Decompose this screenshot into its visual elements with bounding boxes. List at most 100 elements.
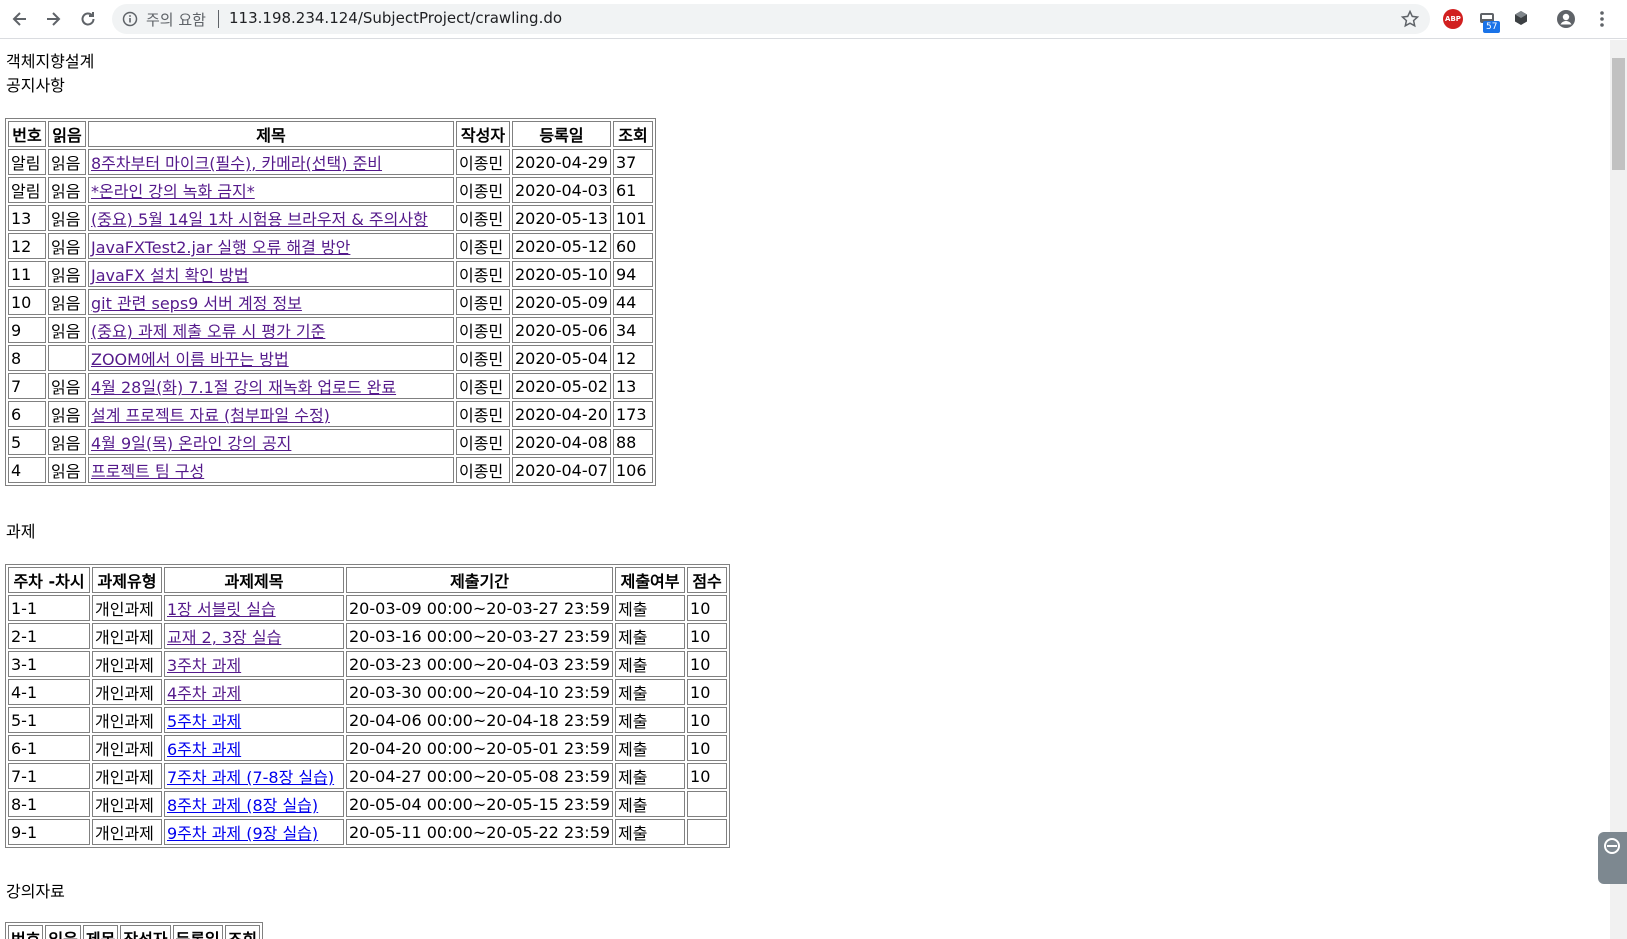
submission-period: 20-05-04 00:00~20-05-15 23:59 [346,791,614,817]
column-header: 번호 [8,121,46,147]
view-count: 12 [612,345,653,371]
notice-title-link[interactable]: JavaFXTest2.jar 실행 오류 해결 방안 [91,238,350,257]
column-header: 점수 [687,567,728,593]
view-count: 34 [612,317,653,343]
notice-title-cell: *온라인 강의 녹화 금지* [88,177,454,203]
notice-title-link[interactable]: ZOOM에서 이름 바꾸는 방법 [91,350,289,369]
assignment-type: 개인과제 [92,679,162,705]
column-header: 작성자 [456,121,510,147]
forward-icon[interactable] [41,7,65,31]
divider [218,10,219,28]
author: 이종민 [456,345,510,371]
assignment-title-link[interactable]: 6주차 과제 [167,740,241,759]
table-row: 알림 읽음 *온라인 강의 녹화 금지* 이종민 2020-04-03 61 [8,177,653,203]
scrollbar-thumb[interactable] [1612,58,1625,170]
assignment-title-link[interactable]: 9주차 과제 (9장 실습) [167,824,318,843]
date: 2020-04-03 [512,177,611,203]
bookmark-star-icon[interactable] [1400,9,1420,33]
notice-title-link[interactable]: 설계 프로젝트 자료 (첨부파일 수정) [91,406,330,425]
assignment-title-link[interactable]: 7주차 과제 (7-8장 실습) [167,768,334,787]
notice-title-link[interactable]: git 관련 seps9 서버 계정 정보 [91,294,302,313]
assignment-title-link[interactable]: 1장 서블릿 실습 [167,600,276,619]
notice-title-link[interactable]: JavaFX 설치 확인 방법 [91,266,249,285]
table-row: 5 읽음 4월 9일(목) 온라인 강의 공지 이종민 2020-04-08 88 [8,429,653,455]
assignment-type: 개인과제 [92,791,162,817]
assignment-type: 개인과제 [92,763,162,789]
table-row: 7-1 개인과제 7주차 과제 (7-8장 실습) 20-04-27 00:00~20… [8,763,728,789]
date: 2020-04-20 [512,401,611,427]
score: 10 [687,763,728,789]
score: 10 [687,735,728,761]
read-status [48,345,86,371]
submission-period: 20-04-27 00:00~20-05-08 23:59 [346,763,614,789]
notice-title-link[interactable]: 프로젝트 팀 구성 [91,462,204,481]
date: 2020-05-13 [512,205,611,231]
assignment-title-link[interactable]: 4주차 과제 [167,684,241,703]
submission-status: 제출 [615,791,686,817]
table-header-row: 주차 -차시 과제유형 과제제목 제출기간 제출여부 점수 [8,567,728,593]
notice-title-cell: 8주차부터 마이크(필수), 카메라(선택) 준비 [88,149,454,175]
address-bar[interactable]: 주의 요함 113.198.234.124/SubjectProject/cra… [112,4,1430,34]
week-session: 6-1 [8,735,90,761]
notice-title-link[interactable]: 4월 28일(화) 7.1절 강의 재녹화 업로드 완료 [91,378,396,397]
score: 10 [687,651,728,677]
read-status: 읽음 [48,457,86,483]
adblock-plus-icon[interactable]: ABP [1443,9,1463,29]
author: 이종민 [456,429,510,455]
date: 2020-04-29 [512,149,611,175]
assignment-title-link[interactable]: 8주차 과제 (8장 실습) [167,796,318,815]
back-icon[interactable] [8,7,32,31]
notice-title-cell: (중요) 과제 제출 오류 시 평가 기준 [88,317,454,343]
security-warning[interactable]: 주의 요함 [146,9,206,30]
view-count: 106 [612,457,653,483]
view-count: 44 [612,289,653,315]
assignment-type: 개인과제 [92,651,162,677]
week-session: 4-1 [8,679,90,705]
cube-extension-icon[interactable] [1512,9,1530,31]
notice-title-link[interactable]: (중요) 5월 14일 1차 시험용 브라우저 & 주의사항 [91,210,428,229]
read-status: 읽음 [48,373,86,399]
column-header: 조회 [612,121,653,147]
menu-kebab-icon[interactable] [1594,9,1610,33]
profile-avatar-icon[interactable] [1556,9,1576,33]
view-count: 101 [612,205,653,231]
view-count: 88 [612,429,653,455]
assignment-title-link[interactable]: 5주차 과제 [167,712,241,731]
column-header: 제출여부 [615,567,686,593]
week-session: 7-1 [8,763,90,789]
submission-status: 제출 [615,595,686,621]
notice-title-link[interactable]: 8주차부터 마이크(필수), 카메라(선택) 준비 [91,154,382,173]
url-text[interactable]: 113.198.234.124/SubjectProject/crawling.… [229,9,562,27]
assignment-title-cell: 3주차 과제 [164,651,344,677]
read-status: 읽음 [48,401,86,427]
view-count: 61 [612,177,653,203]
column-header: 주차 -차시 [8,567,90,593]
score [687,791,728,817]
reload-icon[interactable] [76,7,100,31]
assignment-title-cell: 5주차 과제 [164,707,344,733]
notice-number: 12 [8,233,46,259]
submission-status: 제출 [615,763,686,789]
assignment-title-link[interactable]: 교재 2, 3장 실습 [167,628,281,647]
floating-side-widget[interactable] [1598,832,1627,884]
column-header: 읽음 [45,925,81,939]
column-header: 과제유형 [92,567,162,593]
vertical-scrollbar[interactable] [1610,40,1627,939]
notice-title-link[interactable]: 4월 9일(목) 온라인 강의 공지 [91,434,291,453]
score: 10 [687,623,728,649]
author: 이종민 [456,401,510,427]
table-row: 13 읽음 (중요) 5월 14일 1차 시험용 브라우저 & 주의사항 이종민 202… [8,205,653,231]
author: 이종민 [456,177,510,203]
notice-title-link[interactable]: (중요) 과제 제출 오류 시 평가 기준 [91,322,325,341]
assignment-title-link[interactable]: 3주차 과제 [167,656,241,675]
assignment-type: 개인과제 [92,819,162,845]
course-title: 객체지향설계 [6,52,95,71]
column-header: 작성자 [120,925,171,939]
table-row: 11 읽음 JavaFX 설치 확인 방법 이종민 2020-05-10 94 [8,261,653,287]
info-icon[interactable] [122,11,138,31]
table-row: 4-1 개인과제 4주차 과제 20-03-30 00:00~20-04-10 23:… [8,679,728,705]
notice-number: 4 [8,457,46,483]
submission-period: 20-03-23 00:00~20-04-03 23:59 [346,651,614,677]
notice-number: 8 [8,345,46,371]
notice-title-link[interactable]: *온라인 강의 녹화 금지* [91,182,255,201]
